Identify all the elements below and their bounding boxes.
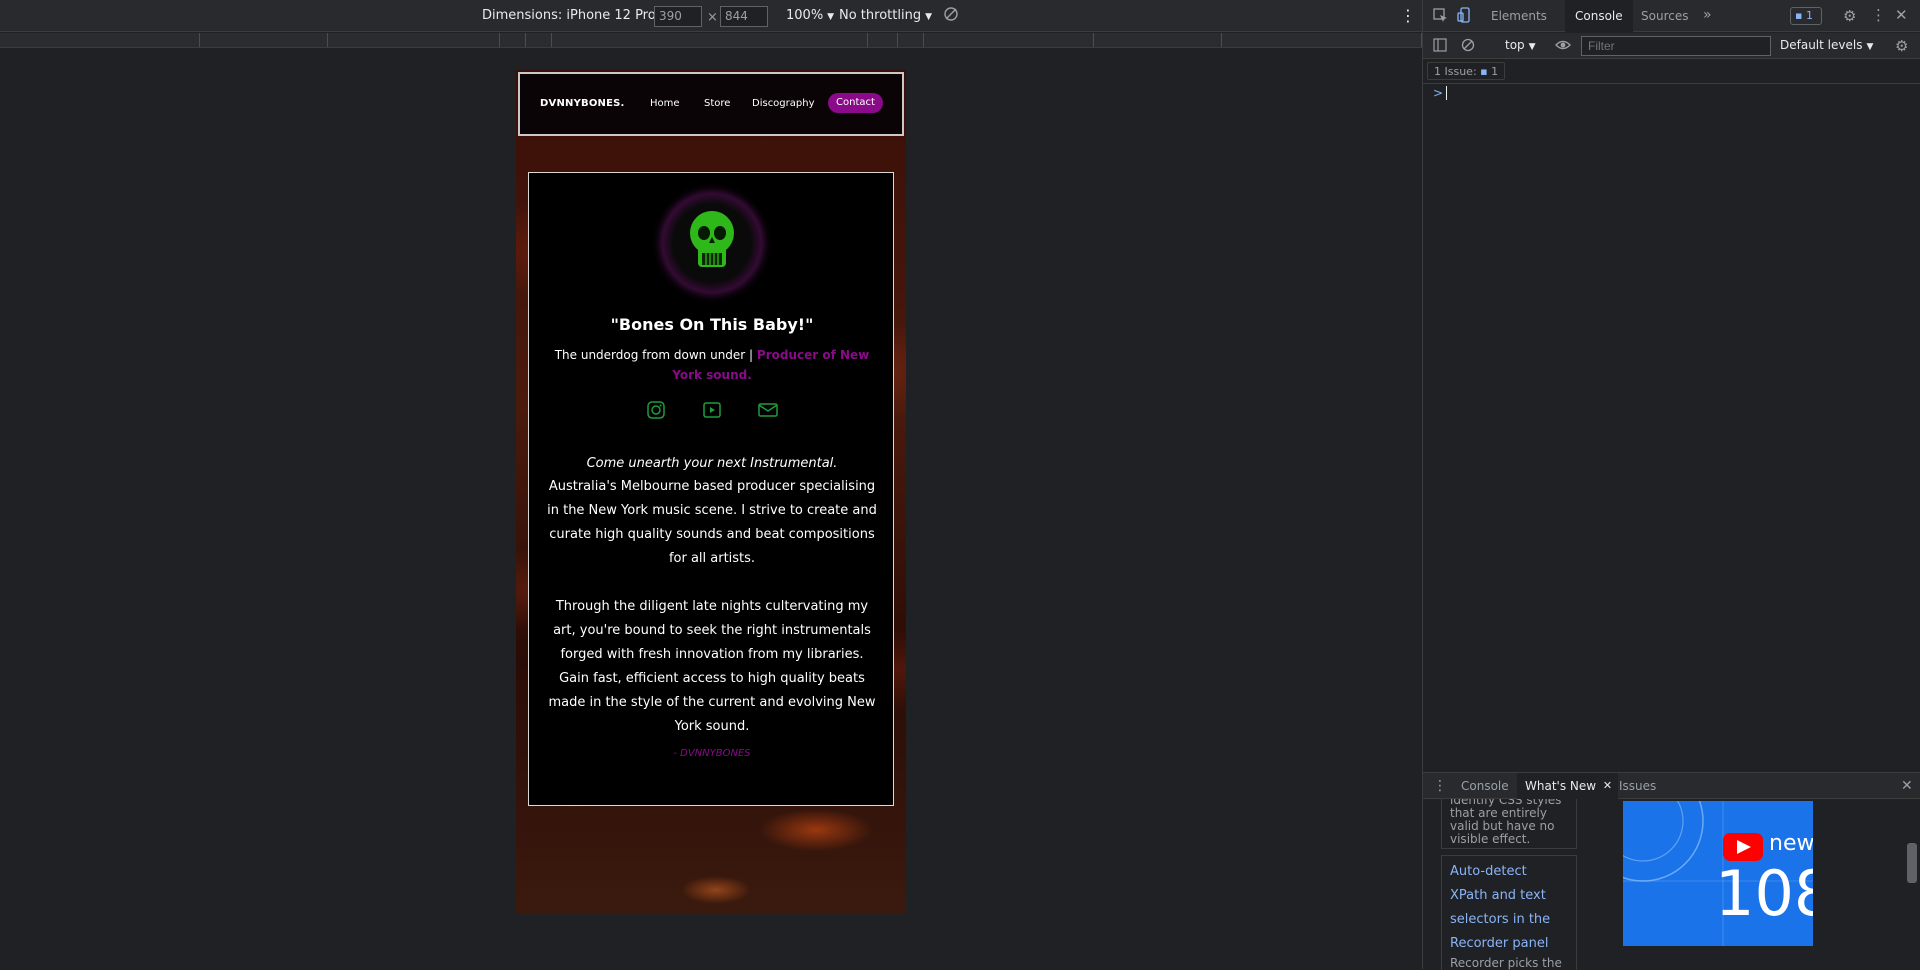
site-logo[interactable]: DVNNYBONES. xyxy=(540,98,625,109)
clear-console-icon[interactable] xyxy=(1461,38,1475,56)
headline: "Bones On This Baby!" xyxy=(610,315,814,334)
instagram-icon[interactable] xyxy=(645,399,667,421)
media-query-ruler[interactable] xyxy=(0,33,1422,48)
signature: - DVNNYBONES xyxy=(673,748,751,759)
console-prompt-chevron-icon: > xyxy=(1433,86,1444,100)
settings-gear-icon[interactable]: ⚙ xyxy=(1843,7,1856,25)
site-navbar: DVNNYBONES. Home Store Discography Conta… xyxy=(518,72,904,136)
feature-title[interactable]: Auto-detect XPath and text selectors in … xyxy=(1450,860,1568,956)
nav-link-store[interactable]: Store xyxy=(704,98,730,109)
promo-new-label: new xyxy=(1769,831,1813,856)
console-toolbar: top▼ Default levels▼ ⚙ xyxy=(1423,33,1920,59)
drawer-tab-whats-new-label: What's New xyxy=(1525,779,1597,793)
devtools-panel: Elements Console Sources » ▪ 1 ⚙ ⋮ ✕ top… xyxy=(1422,0,1920,970)
device-emulation-pane: Dimensions: iPhone 12 Pro▼ 390 × 844 100… xyxy=(0,0,1422,969)
nav-link-home[interactable]: Home xyxy=(650,98,680,109)
skull-icon xyxy=(690,211,734,267)
zoom-label: 100% xyxy=(786,8,824,23)
feature-item[interactable]: identify CSS styles that are entirely va… xyxy=(1441,799,1577,849)
device-select[interactable]: Dimensions: iPhone 12 Pro▼ xyxy=(482,8,667,23)
context-label: top xyxy=(1505,38,1525,52)
chevron-down-icon: ▼ xyxy=(1866,42,1874,52)
zoom-select[interactable]: 100% ▼ xyxy=(786,8,834,23)
issues-bar: 1 Issue: ▪ 1 xyxy=(1423,60,1920,84)
more-options-icon[interactable]: ⋮ xyxy=(1871,6,1886,24)
live-expression-eye-icon[interactable] xyxy=(1555,38,1571,56)
contact-button[interactable]: Contact xyxy=(828,93,883,113)
throttling-select[interactable]: No throttling ▼ xyxy=(839,8,932,23)
message-icon: ▪ xyxy=(1795,9,1803,22)
console-input-cursor[interactable] xyxy=(1446,86,1447,100)
console-filter-input[interactable] xyxy=(1581,36,1771,56)
feature-item[interactable]: Auto-detect XPath and text selectors in … xyxy=(1441,855,1577,970)
more-options-icon[interactable]: ⋮ xyxy=(1400,6,1416,25)
intro-line: Come unearth your next Instrumental. xyxy=(586,456,838,471)
drawer-tab-console[interactable]: Console xyxy=(1453,773,1517,799)
log-levels-select[interactable]: Default levels ▼ xyxy=(1780,38,1873,52)
devtools-tabbar: Elements Console Sources » ▪ 1 ⚙ ⋮ ✕ xyxy=(1423,0,1920,32)
height-input[interactable]: 844 xyxy=(720,6,768,27)
issues-label: 1 Issue: xyxy=(1434,65,1477,78)
issue-count: 1 xyxy=(1805,9,1813,22)
device-toolbar: Dimensions: iPhone 12 Pro▼ 390 × 844 100… xyxy=(0,0,1422,32)
throttling-label: No throttling xyxy=(839,8,922,23)
more-tabs-icon[interactable]: » xyxy=(1703,7,1712,23)
tab-sources[interactable]: Sources xyxy=(1631,0,1698,32)
context-select[interactable]: top ▼ xyxy=(1505,38,1536,52)
console-settings-gear-icon[interactable]: ⚙ xyxy=(1895,37,1908,55)
issues-chip[interactable]: 1 Issue: ▪ 1 xyxy=(1427,62,1506,80)
drawer-scrollbar[interactable] xyxy=(1907,843,1917,883)
intro-paragraph: Australia's Melbourne based producer spe… xyxy=(547,479,877,566)
drawer-tab-whats-new[interactable]: What's New ✕ xyxy=(1517,773,1619,799)
width-input[interactable]: 390 xyxy=(654,6,702,27)
tagline-text: The underdog from down under | xyxy=(554,348,757,362)
nav-link-discography[interactable]: Discography xyxy=(752,98,815,109)
chevron-down-icon: ▼ xyxy=(1528,42,1536,52)
times-sign: × xyxy=(707,10,718,25)
issues-chip-count: 1 xyxy=(1491,65,1499,78)
drawer-menu-icon[interactable]: ⋮ xyxy=(1433,778,1447,794)
whats-new-promo-banner: new 108 xyxy=(1623,801,1813,946)
about-paragraph: Through the diligent late nights culterv… xyxy=(548,599,876,734)
tab-console[interactable]: Console xyxy=(1565,0,1633,32)
devtools-drawer: ⋮ Console What's New ✕ Issues ✕ identify… xyxy=(1423,772,1920,970)
close-icon[interactable]: ✕ xyxy=(1895,6,1908,24)
levels-label: Default levels xyxy=(1780,38,1863,52)
drawer-tab-issues[interactable]: Issues xyxy=(1611,773,1664,799)
issues-badge[interactable]: ▪ 1 xyxy=(1790,7,1822,25)
promo-version-number: 108 xyxy=(1715,857,1813,930)
message-icon: ▪ xyxy=(1480,65,1488,78)
mail-icon[interactable] xyxy=(757,399,779,421)
emulated-viewport[interactable]: DVNNYBONES. Home Store Discography Conta… xyxy=(516,70,906,914)
tagline: The underdog from down under | Producer … xyxy=(549,345,875,385)
social-links xyxy=(529,399,895,423)
device-toggle-icon[interactable] xyxy=(1457,7,1473,27)
close-drawer-icon[interactable]: ✕ xyxy=(1901,778,1913,794)
chevron-down-icon: ▼ xyxy=(925,12,932,22)
skull-avatar xyxy=(662,193,762,293)
youtube-icon[interactable] xyxy=(701,399,723,421)
feature-description: Recorder picks the xyxy=(1450,956,1562,970)
inspect-element-icon[interactable] xyxy=(1433,8,1448,27)
drawer-tabbar: ⋮ Console What's New ✕ Issues ✕ xyxy=(1423,773,1920,799)
hero-card: "Bones On This Baby!" The underdog from … xyxy=(528,172,894,806)
chevron-down-icon: ▼ xyxy=(827,12,835,22)
rotate-icon[interactable] xyxy=(943,6,959,26)
sidebar-toggle-icon[interactable] xyxy=(1433,38,1447,56)
tab-elements[interactable]: Elements xyxy=(1481,0,1557,32)
whats-new-feature-list: identify CSS styles that are entirely va… xyxy=(1441,799,1577,970)
device-select-label: Dimensions: iPhone 12 Pro xyxy=(482,8,656,23)
